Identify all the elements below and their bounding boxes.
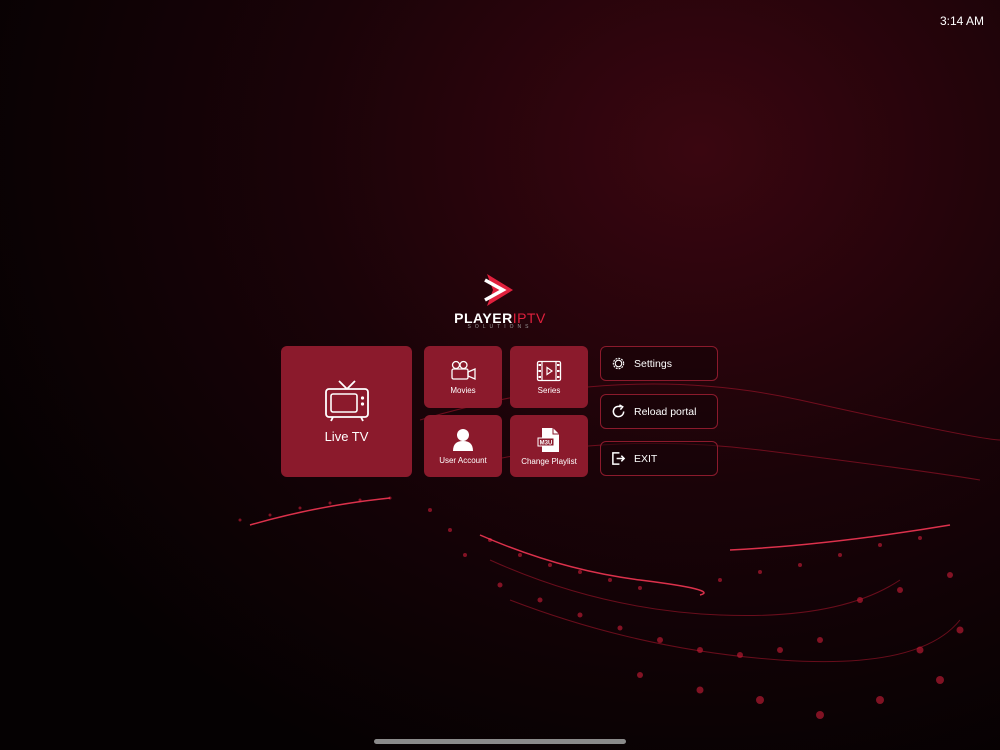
user-icon xyxy=(453,428,473,451)
tv-icon xyxy=(324,380,369,422)
movie-camera-icon xyxy=(451,360,476,380)
exit-label: EXIT xyxy=(634,452,658,465)
reload-portal-label: Reload portal xyxy=(634,405,697,418)
film-strip-icon xyxy=(536,360,562,381)
app-logo: PLAYERIPTV SOLUTIONS xyxy=(450,272,550,330)
exit-icon xyxy=(612,452,626,465)
settings-label: Settings xyxy=(634,357,672,370)
movies-tile[interactable]: Movies xyxy=(424,346,502,408)
movies-label: Movies xyxy=(450,385,476,395)
reload-icon xyxy=(612,404,625,418)
change-playlist-label: Change Playlist xyxy=(521,456,577,466)
series-label: Series xyxy=(537,385,561,395)
reload-portal-button[interactable]: Reload portal xyxy=(600,394,718,429)
play-arrow-logo-icon xyxy=(484,274,513,306)
series-tile[interactable]: Series xyxy=(510,346,588,408)
live-tv-label: Live TV xyxy=(324,429,369,444)
change-playlist-tile[interactable]: M3U Change Playlist xyxy=(510,415,588,477)
status-bar-time: 3:14 AM xyxy=(939,14,984,28)
home-indicator[interactable] xyxy=(374,739,626,744)
user-account-label: User Account xyxy=(439,455,487,465)
user-account-tile[interactable]: User Account xyxy=(424,415,502,477)
gear-icon xyxy=(612,357,625,370)
settings-button[interactable]: Settings xyxy=(600,346,718,381)
live-tv-tile[interactable]: Live TV xyxy=(281,346,412,477)
m3u-badge: M3U xyxy=(540,440,553,446)
m3u-file-icon: M3U xyxy=(537,427,559,452)
exit-button[interactable]: EXIT xyxy=(600,441,718,476)
